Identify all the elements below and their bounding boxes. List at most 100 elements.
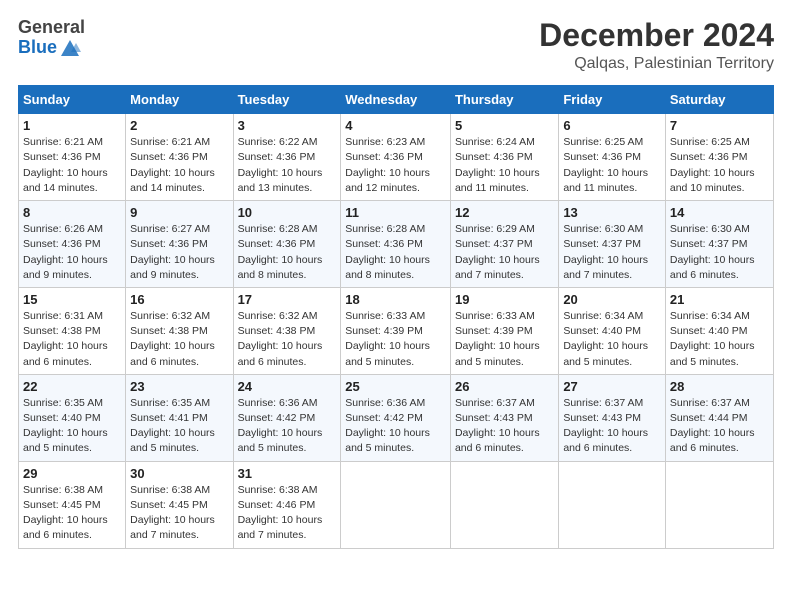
calendar-cell: 21 Sunrise: 6:34 AM Sunset: 4:40 PM Dayl… <box>665 287 773 374</box>
day-info: Sunrise: 6:35 AM Sunset: 4:40 PM Dayligh… <box>23 396 121 457</box>
day-info: Sunrise: 6:32 AM Sunset: 4:38 PM Dayligh… <box>238 309 337 370</box>
logo-blue: Blue <box>18 38 57 58</box>
day-number: 7 <box>670 118 769 133</box>
day-number: 5 <box>455 118 554 133</box>
calendar-cell: 15 Sunrise: 6:31 AM Sunset: 4:38 PM Dayl… <box>19 287 126 374</box>
day-number: 21 <box>670 292 769 307</box>
day-info: Sunrise: 6:30 AM Sunset: 4:37 PM Dayligh… <box>563 222 661 283</box>
calendar-cell: 7 Sunrise: 6:25 AM Sunset: 4:36 PM Dayli… <box>665 114 773 201</box>
calendar-cell: 18 Sunrise: 6:33 AM Sunset: 4:39 PM Dayl… <box>341 287 451 374</box>
day-number: 20 <box>563 292 661 307</box>
day-number: 30 <box>130 466 228 481</box>
day-info: Sunrise: 6:21 AM Sunset: 4:36 PM Dayligh… <box>130 135 228 196</box>
day-number: 31 <box>238 466 337 481</box>
day-info: Sunrise: 6:37 AM Sunset: 4:44 PM Dayligh… <box>670 396 769 457</box>
calendar-cell: 5 Sunrise: 6:24 AM Sunset: 4:36 PM Dayli… <box>450 114 558 201</box>
calendar-cell <box>450 461 558 548</box>
calendar-cell: 1 Sunrise: 6:21 AM Sunset: 4:36 PM Dayli… <box>19 114 126 201</box>
calendar-cell: 29 Sunrise: 6:38 AM Sunset: 4:45 PM Dayl… <box>19 461 126 548</box>
day-info: Sunrise: 6:21 AM Sunset: 4:36 PM Dayligh… <box>23 135 121 196</box>
day-number: 25 <box>345 379 446 394</box>
calendar-cell: 12 Sunrise: 6:29 AM Sunset: 4:37 PM Dayl… <box>450 201 558 288</box>
calendar-body: 1 Sunrise: 6:21 AM Sunset: 4:36 PM Dayli… <box>19 114 774 548</box>
day-info: Sunrise: 6:28 AM Sunset: 4:36 PM Dayligh… <box>345 222 446 283</box>
day-number: 10 <box>238 205 337 220</box>
calendar-cell: 17 Sunrise: 6:32 AM Sunset: 4:38 PM Dayl… <box>233 287 341 374</box>
calendar-cell: 13 Sunrise: 6:30 AM Sunset: 4:37 PM Dayl… <box>559 201 666 288</box>
day-info: Sunrise: 6:36 AM Sunset: 4:42 PM Dayligh… <box>238 396 337 457</box>
day-number: 24 <box>238 379 337 394</box>
day-info: Sunrise: 6:37 AM Sunset: 4:43 PM Dayligh… <box>455 396 554 457</box>
day-number: 17 <box>238 292 337 307</box>
col-tuesday: Tuesday <box>233 86 341 114</box>
day-number: 4 <box>345 118 446 133</box>
day-info: Sunrise: 6:38 AM Sunset: 4:45 PM Dayligh… <box>130 483 228 544</box>
day-number: 14 <box>670 205 769 220</box>
day-number: 19 <box>455 292 554 307</box>
calendar-cell: 30 Sunrise: 6:38 AM Sunset: 4:45 PM Dayl… <box>126 461 233 548</box>
day-number: 9 <box>130 205 228 220</box>
col-sunday: Sunday <box>19 86 126 114</box>
subtitle: Qalqas, Palestinian Territory <box>539 55 774 73</box>
calendar-week-2: 8 Sunrise: 6:26 AM Sunset: 4:36 PM Dayli… <box>19 201 774 288</box>
day-number: 15 <box>23 292 121 307</box>
day-number: 13 <box>563 205 661 220</box>
day-number: 27 <box>563 379 661 394</box>
day-info: Sunrise: 6:31 AM Sunset: 4:38 PM Dayligh… <box>23 309 121 370</box>
calendar-table: Sunday Monday Tuesday Wednesday Thursday… <box>18 85 774 548</box>
logo: General Blue <box>18 18 85 58</box>
calendar-cell: 20 Sunrise: 6:34 AM Sunset: 4:40 PM Dayl… <box>559 287 666 374</box>
calendar-cell: 10 Sunrise: 6:28 AM Sunset: 4:36 PM Dayl… <box>233 201 341 288</box>
day-number: 16 <box>130 292 228 307</box>
calendar-week-4: 22 Sunrise: 6:35 AM Sunset: 4:40 PM Dayl… <box>19 374 774 461</box>
calendar-cell: 28 Sunrise: 6:37 AM Sunset: 4:44 PM Dayl… <box>665 374 773 461</box>
main-title: December 2024 <box>539 18 774 53</box>
day-info: Sunrise: 6:38 AM Sunset: 4:45 PM Dayligh… <box>23 483 121 544</box>
day-number: 6 <box>563 118 661 133</box>
calendar-cell: 24 Sunrise: 6:36 AM Sunset: 4:42 PM Dayl… <box>233 374 341 461</box>
day-info: Sunrise: 6:32 AM Sunset: 4:38 PM Dayligh… <box>130 309 228 370</box>
calendar-cell: 23 Sunrise: 6:35 AM Sunset: 4:41 PM Dayl… <box>126 374 233 461</box>
day-info: Sunrise: 6:25 AM Sunset: 4:36 PM Dayligh… <box>670 135 769 196</box>
calendar-cell: 14 Sunrise: 6:30 AM Sunset: 4:37 PM Dayl… <box>665 201 773 288</box>
col-wednesday: Wednesday <box>341 86 451 114</box>
page: General Blue December 2024 Qalqas, Pales… <box>0 0 792 612</box>
header-row: Sunday Monday Tuesday Wednesday Thursday… <box>19 86 774 114</box>
calendar-week-3: 15 Sunrise: 6:31 AM Sunset: 4:38 PM Dayl… <box>19 287 774 374</box>
day-info: Sunrise: 6:34 AM Sunset: 4:40 PM Dayligh… <box>563 309 661 370</box>
day-number: 2 <box>130 118 228 133</box>
day-number: 28 <box>670 379 769 394</box>
day-number: 23 <box>130 379 228 394</box>
day-number: 8 <box>23 205 121 220</box>
day-info: Sunrise: 6:33 AM Sunset: 4:39 PM Dayligh… <box>455 309 554 370</box>
calendar-cell: 6 Sunrise: 6:25 AM Sunset: 4:36 PM Dayli… <box>559 114 666 201</box>
calendar-cell: 25 Sunrise: 6:36 AM Sunset: 4:42 PM Dayl… <box>341 374 451 461</box>
calendar-cell: 19 Sunrise: 6:33 AM Sunset: 4:39 PM Dayl… <box>450 287 558 374</box>
day-number: 29 <box>23 466 121 481</box>
col-friday: Friday <box>559 86 666 114</box>
logo-general: General <box>18 18 85 38</box>
day-info: Sunrise: 6:33 AM Sunset: 4:39 PM Dayligh… <box>345 309 446 370</box>
title-block: December 2024 Qalqas, Palestinian Territ… <box>539 18 774 73</box>
day-number: 18 <box>345 292 446 307</box>
calendar-cell: 16 Sunrise: 6:32 AM Sunset: 4:38 PM Dayl… <box>126 287 233 374</box>
calendar-cell: 27 Sunrise: 6:37 AM Sunset: 4:43 PM Dayl… <box>559 374 666 461</box>
day-info: Sunrise: 6:35 AM Sunset: 4:41 PM Dayligh… <box>130 396 228 457</box>
calendar-cell: 3 Sunrise: 6:22 AM Sunset: 4:36 PM Dayli… <box>233 114 341 201</box>
day-info: Sunrise: 6:34 AM Sunset: 4:40 PM Dayligh… <box>670 309 769 370</box>
day-number: 22 <box>23 379 121 394</box>
day-info: Sunrise: 6:26 AM Sunset: 4:36 PM Dayligh… <box>23 222 121 283</box>
calendar-header: Sunday Monday Tuesday Wednesday Thursday… <box>19 86 774 114</box>
day-info: Sunrise: 6:27 AM Sunset: 4:36 PM Dayligh… <box>130 222 228 283</box>
calendar-cell: 8 Sunrise: 6:26 AM Sunset: 4:36 PM Dayli… <box>19 201 126 288</box>
day-info: Sunrise: 6:30 AM Sunset: 4:37 PM Dayligh… <box>670 222 769 283</box>
day-info: Sunrise: 6:38 AM Sunset: 4:46 PM Dayligh… <box>238 483 337 544</box>
day-number: 26 <box>455 379 554 394</box>
day-info: Sunrise: 6:37 AM Sunset: 4:43 PM Dayligh… <box>563 396 661 457</box>
day-info: Sunrise: 6:25 AM Sunset: 4:36 PM Dayligh… <box>563 135 661 196</box>
day-number: 3 <box>238 118 337 133</box>
day-info: Sunrise: 6:28 AM Sunset: 4:36 PM Dayligh… <box>238 222 337 283</box>
col-thursday: Thursday <box>450 86 558 114</box>
day-number: 11 <box>345 205 446 220</box>
day-info: Sunrise: 6:29 AM Sunset: 4:37 PM Dayligh… <box>455 222 554 283</box>
